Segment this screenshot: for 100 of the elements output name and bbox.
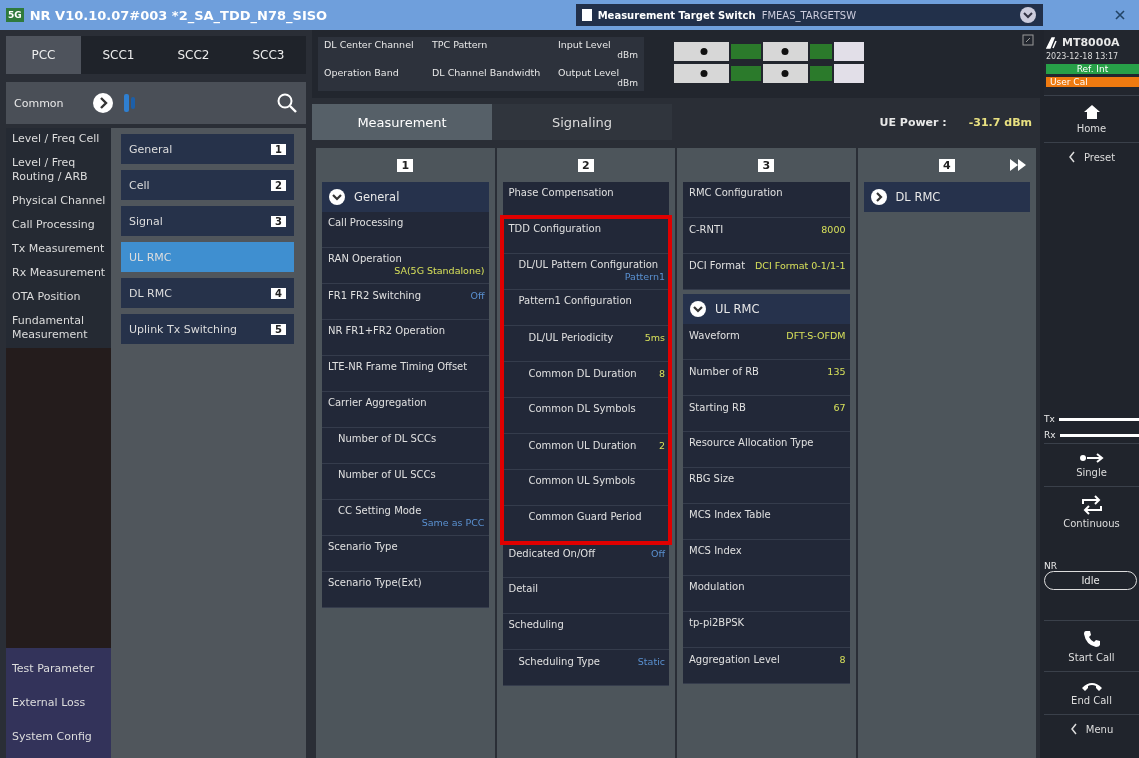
fast-forward-icon[interactable] [1010, 159, 1026, 171]
category-item[interactable]: Test Parameter [6, 658, 111, 682]
setting-value[interactable]: Off [650, 547, 665, 560]
setting-label[interactable]: Starting RB [689, 402, 746, 413]
category-item[interactable]: Call Processing [6, 214, 111, 238]
setting-value[interactable]: DCI Format 0-1/1-1 [755, 259, 846, 272]
setting-value[interactable]: 67 [833, 401, 846, 414]
setting-label[interactable]: CC Setting Mode [338, 505, 422, 516]
setting-label[interactable]: DCI Format [689, 260, 746, 271]
search-icon[interactable] [276, 92, 298, 114]
setting-value[interactable]: 135 [827, 365, 846, 378]
switch-label: Measurement Target Switch [597, 9, 756, 21]
list-item[interactable]: DL RMC 4 [121, 278, 294, 308]
setting-label[interactable]: LTE-NR Frame Timing Offset [328, 361, 468, 372]
setting-label[interactable]: NR FR1+FR2 Operation [328, 325, 446, 336]
setting-label[interactable]: FR1 FR2 Switching [328, 290, 421, 301]
category-item[interactable]: Fundamental Measurement [6, 310, 111, 348]
target-switch-bar[interactable]: Measurement Target Switch FMEAS_TARGETSW [575, 4, 1043, 26]
setting-label[interactable]: Common UL Symbols [528, 475, 636, 486]
setting-value[interactable]: 5ms [644, 331, 665, 344]
setting-label[interactable]: Number of RB [689, 366, 759, 377]
section-title[interactable]: DL RMC [895, 190, 941, 204]
common-label[interactable]: Common [14, 96, 84, 110]
column-number: 2 [577, 158, 594, 172]
setting-label[interactable]: Scheduling [508, 619, 564, 630]
carrier-tab[interactable]: PCC [6, 36, 81, 74]
setting-label[interactable]: TDD Configuration [508, 223, 601, 234]
side-button[interactable]: Home [1044, 95, 1139, 142]
setting-label[interactable]: Common DL Duration [528, 368, 637, 379]
setting-label[interactable]: DL/UL Pattern Configuration [518, 259, 659, 270]
section-title[interactable]: UL RMC [715, 302, 760, 316]
chevron-right-icon[interactable] [869, 188, 888, 206]
setting-value[interactable]: 8000 [821, 223, 846, 236]
setting-label[interactable]: Carrier Aggregation [328, 397, 427, 408]
category-item[interactable]: Level / Freq Routing / ARB [6, 152, 111, 190]
setting-label[interactable]: Number of DL SCCs [338, 433, 437, 444]
side-button[interactable]: Continuous [1044, 486, 1139, 537]
setting-label[interactable]: Common UL Duration [528, 440, 637, 451]
setting-label[interactable]: Waveform [689, 330, 740, 341]
side-button[interactable]: Single [1044, 443, 1139, 486]
setting-value[interactable]: DFT-S-OFDM [786, 329, 846, 342]
category-item[interactable]: OTA Position [6, 286, 111, 310]
setting-label[interactable]: MCS Index Table [689, 509, 771, 520]
expand-icon[interactable] [1022, 34, 1034, 46]
side-button[interactable]: Menu [1044, 714, 1139, 750]
setting-label[interactable]: Common Guard Period [528, 511, 642, 522]
date-time: 2023-12-18 13:17 [1046, 52, 1120, 61]
side-button[interactable]: End Call [1044, 671, 1139, 714]
list-item[interactable]: Uplink Tx Switching 5 [121, 314, 294, 344]
setting-label[interactable]: Common DL Symbols [528, 403, 636, 414]
setting-label[interactable]: Call Processing [328, 217, 404, 228]
side-button[interactable]: Preset [1044, 142, 1139, 178]
setting-label[interactable]: Modulation [689, 581, 745, 592]
list-item[interactable]: Cell 2 [121, 170, 294, 200]
category-item[interactable]: Physical Channel [6, 190, 111, 214]
parameter-label: Operation Band [324, 67, 400, 78]
setting-label[interactable]: RMC Configuration [689, 187, 783, 198]
setting-label[interactable]: Dedicated On/Off [508, 548, 596, 559]
setting-label[interactable]: MCS Index [689, 545, 742, 556]
parameter-label: Input Level [558, 39, 612, 50]
setting-label[interactable]: DL/UL Periodicity [528, 332, 614, 343]
setting-label[interactable]: Aggregation Level [689, 654, 780, 665]
column-number: 4 [938, 158, 955, 172]
setting-value[interactable]: 2 [658, 439, 665, 452]
setting-value[interactable]: Pattern1 [624, 270, 665, 283]
list-item[interactable]: General 1 [121, 134, 294, 164]
view-tab[interactable]: Signaling [492, 104, 672, 140]
setting-label[interactable]: Scheduling Type [518, 656, 600, 667]
setting-value[interactable]: SA(5G Standalone) [394, 264, 485, 277]
setting-label[interactable]: RAN Operation [328, 253, 402, 264]
setting-label[interactable]: RBG Size [689, 473, 735, 484]
setting-label[interactable]: Scenario Type [328, 541, 398, 552]
section-title[interactable]: General [354, 190, 400, 204]
dropdown-icon[interactable] [1018, 6, 1037, 24]
category-item[interactable]: Level / Freq Cell [6, 128, 111, 152]
setting-label[interactable]: Pattern1 Configuration [518, 295, 632, 306]
setting-label[interactable]: Scenario Type(Ext) [328, 577, 422, 588]
category-item[interactable]: System Config [6, 726, 111, 750]
setting-value[interactable]: 8 [839, 653, 846, 666]
setting-value[interactable]: Off [470, 289, 485, 302]
window-title: NR V10.10.07#003 *2_SA_TDD_N78_SISO [29, 7, 329, 23]
setting-label[interactable]: tp-pi2BPSK [689, 617, 745, 628]
setting-label[interactable]: Number of UL SCCs [338, 469, 436, 480]
chevron-down-icon[interactable] [328, 188, 346, 206]
setting-label[interactable]: C-RNTI [689, 224, 724, 235]
setting-value[interactable]: Same as PCC [421, 516, 485, 529]
chevron-down-icon[interactable] [689, 300, 707, 318]
setting-value[interactable]: Static [637, 655, 665, 668]
side-button[interactable]: Start Call [1044, 620, 1139, 671]
setting-label[interactable]: Detail [508, 583, 538, 594]
category-item[interactable]: Rx Measurement [6, 262, 111, 286]
category-item[interactable]: External Loss [6, 692, 111, 716]
close-icon[interactable] [1115, 10, 1125, 20]
chevron-right-icon[interactable] [92, 92, 114, 114]
setting-label[interactable]: Resource Allocation Type [689, 437, 814, 448]
category-item[interactable]: Tx Measurement [6, 238, 111, 262]
view-tab[interactable]: Measurement [312, 104, 492, 140]
list-item[interactable]: Signal 3 [121, 206, 294, 236]
setting-label[interactable]: Phase Compensation [508, 187, 614, 198]
setting-value[interactable]: 8 [658, 367, 665, 380]
